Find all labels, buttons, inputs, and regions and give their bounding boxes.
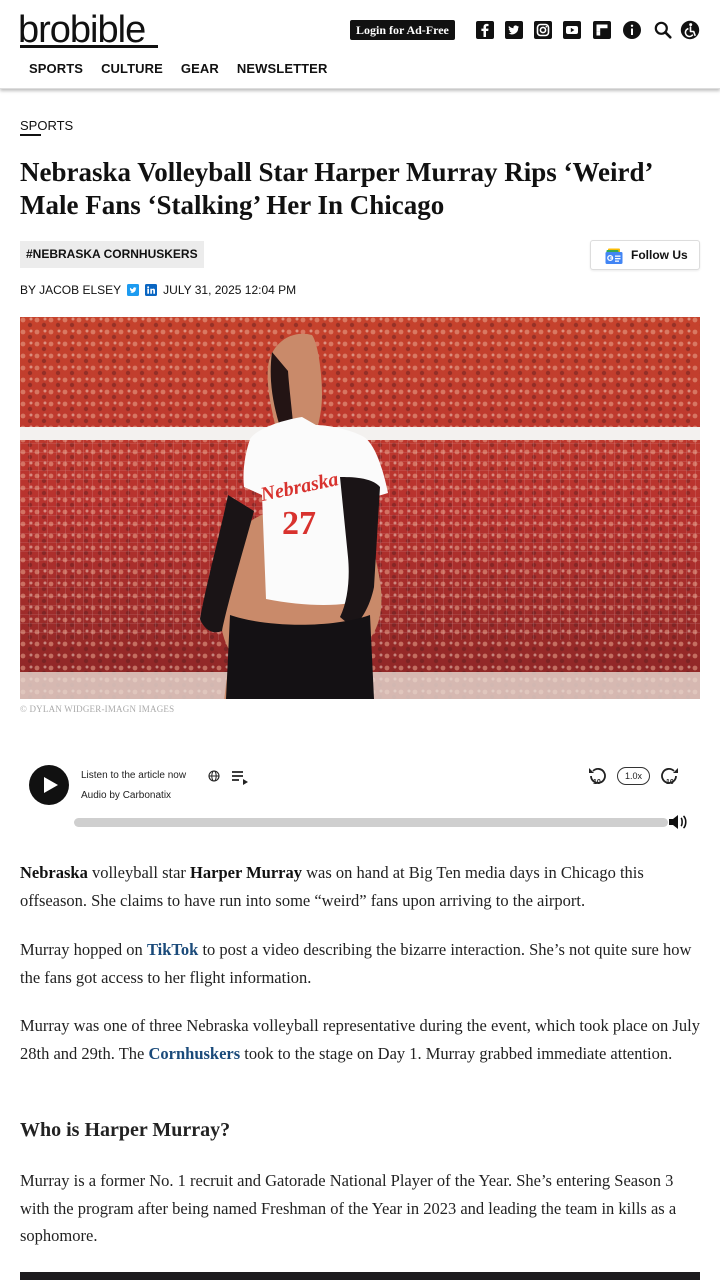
play-button[interactable]: [29, 765, 69, 805]
topic-tag[interactable]: #NEBRASKA CORNHUSKERS: [20, 241, 204, 268]
text-run: Murray is a former No. 1 recruit and Gat…: [20, 1171, 677, 1245]
site-header: brobible Login for Ad-Free SPORTS CULTUR…: [0, 0, 720, 89]
login-ad-free-button[interactable]: Login for Ad-Free: [350, 20, 455, 40]
author-linkedin-icon[interactable]: [145, 284, 158, 296]
text-run: volleyball star: [87, 863, 191, 882]
search-icon[interactable]: [653, 20, 673, 40]
audio-provider: Audio by Carbonatix: [81, 790, 172, 801]
publish-date: JULY 31, 2025 12:04 PM: [163, 283, 297, 297]
listen-label: Listen to the article now: [81, 770, 187, 781]
audio-progress-bar[interactable]: [74, 818, 668, 827]
article-title: Nebraska Volleyball Star Harper Murray R…: [20, 157, 652, 220]
body-paragraph-3: Murray was one of three Nebraska volleyb…: [20, 1012, 700, 1067]
author-name[interactable]: BY JACOB ELSEY: [20, 283, 121, 297]
nav-item-culture[interactable]: CULTURE: [101, 61, 163, 76]
secondary-image: [20, 1272, 700, 1280]
nav-item-sports[interactable]: SPORTS: [29, 61, 83, 76]
text-run: took to the stage on Day 1. Murray grabb…: [240, 1043, 673, 1063]
body-paragraph-4: Murray is a former No. 1 recruit and Gat…: [20, 1167, 700, 1250]
body-paragraph-2: Murray hopped on TikTok to post a video …: [20, 936, 700, 991]
google-news-icon: [605, 248, 623, 264]
globe-icon[interactable]: [208, 770, 220, 782]
facebook-icon[interactable]: [475, 20, 495, 40]
body-paragraph-1: Nebraska volleyball star Harper Murray w…: [20, 859, 700, 914]
section-heading: Who is Harper Murray?: [20, 1119, 231, 1141]
svg-text:27: 27: [282, 505, 316, 542]
info-icon[interactable]: [622, 20, 642, 40]
rewind-10-icon[interactable]: 10: [588, 766, 606, 786]
text-run: Murray hopped on: [20, 940, 147, 959]
nav-item-gear[interactable]: GEAR: [181, 61, 219, 76]
image-credit: © DYLAN WIDGER-IMAGN IMAGES: [20, 704, 175, 714]
inline-link[interactable]: Cornhuskers: [148, 1044, 240, 1063]
bold-run: Nebraska: [20, 863, 88, 882]
svg-text:10: 10: [666, 779, 674, 786]
forward-10-icon[interactable]: 10: [661, 766, 679, 786]
author-twitter-icon[interactable]: [127, 284, 140, 296]
category-underline: [20, 134, 41, 136]
hero-image: 27 Nebraska: [20, 317, 700, 699]
inline-link[interactable]: TikTok: [147, 940, 198, 959]
main-nav: SPORTS CULTURE GEAR NEWSLETTER: [29, 61, 327, 76]
twitter-icon[interactable]: [504, 20, 524, 40]
logo-underline: [20, 45, 158, 48]
follow-us-label: Follow Us: [631, 248, 688, 262]
instagram-icon[interactable]: [533, 20, 553, 40]
volume-icon[interactable]: [668, 813, 688, 831]
playback-speed-button[interactable]: 1.0x: [617, 767, 650, 785]
flipboard-icon[interactable]: [592, 20, 612, 40]
youtube-icon[interactable]: [562, 20, 582, 40]
svg-text:10: 10: [593, 779, 601, 786]
accessibility-icon[interactable]: [680, 20, 700, 40]
nav-item-newsletter[interactable]: NEWSLETTER: [237, 61, 328, 76]
bold-run: Harper Murray: [190, 863, 302, 882]
article-category[interactable]: SPORTS: [20, 118, 73, 133]
follow-us-button[interactable]: Follow Us: [590, 240, 700, 270]
audio-player: Listen to the article now Audio by Carbo…: [20, 755, 700, 835]
playlist-icon[interactable]: [231, 769, 249, 785]
byline: BY JACOB ELSEY JULY 31, 2025 12:04 PM: [20, 283, 296, 297]
